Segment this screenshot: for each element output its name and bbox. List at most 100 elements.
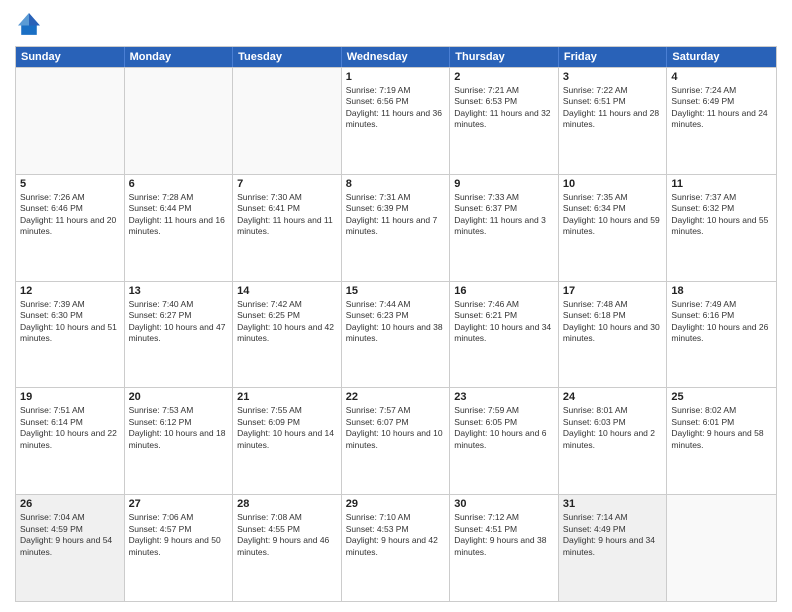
day-cell-28: 28 Sunrise: 7:08 AM Sunset: 4:55 PM Dayli…	[233, 495, 342, 601]
logo	[15, 10, 47, 38]
day-info: Sunrise: 7:24 AM Sunset: 6:49 PM Dayligh…	[671, 85, 772, 131]
empty-cell-0-0	[16, 68, 125, 174]
calendar-row-0: 1Sunrise: 7:19 AM Sunset: 6:56 PM Daylig…	[16, 67, 776, 174]
header-day-thursday: Thursday	[450, 47, 559, 67]
day-number: 1	[346, 71, 446, 83]
day-info: Sunrise: 7:57 AM Sunset: 6:07 PM Dayligh…	[346, 405, 446, 451]
day-number: 28	[237, 498, 337, 510]
day-number: 5	[20, 178, 120, 190]
day-number: 19	[20, 391, 120, 403]
day-number: 22	[346, 391, 446, 403]
day-cell-7: 7 Sunrise: 7:30 AM Sunset: 6:41 PM Daylig…	[233, 175, 342, 281]
page: SundayMondayTuesdayWednesdayThursdayFrid…	[0, 0, 792, 612]
day-info: Sunrise: 7:04 AM Sunset: 4:59 PM Dayligh…	[20, 512, 120, 558]
header-day-wednesday: Wednesday	[342, 47, 451, 67]
day-number: 13	[129, 285, 229, 297]
day-number: 23	[454, 391, 554, 403]
day-cell-4: 4 Sunrise: 7:24 AM Sunset: 6:49 PM Daylig…	[667, 68, 776, 174]
day-cell-27: 27 Sunrise: 7:06 AM Sunset: 4:57 PM Dayli…	[125, 495, 234, 601]
day-cell-21: 21 Sunrise: 7:55 AM Sunset: 6:09 PM Dayli…	[233, 388, 342, 494]
day-info: Sunrise: 7:51 AM Sunset: 6:14 PM Dayligh…	[20, 405, 120, 451]
day-info: Sunrise: 7:10 AM Sunset: 4:53 PM Dayligh…	[346, 512, 446, 558]
day-number: 20	[129, 391, 229, 403]
day-cell-12: 12 Sunrise: 7:39 AM Sunset: 6:30 PM Dayli…	[16, 282, 125, 388]
day-number: 29	[346, 498, 446, 510]
day-number: 7	[237, 178, 337, 190]
day-info: Sunrise: 7:59 AM Sunset: 6:05 PM Dayligh…	[454, 405, 554, 451]
calendar-body: 1Sunrise: 7:19 AM Sunset: 6:56 PM Daylig…	[16, 67, 776, 601]
day-cell-19: 19 Sunrise: 7:51 AM Sunset: 6:14 PM Dayli…	[16, 388, 125, 494]
day-info: Sunrise: 7:06 AM Sunset: 4:57 PM Dayligh…	[129, 512, 229, 558]
day-cell-2: 2 Sunrise: 7:21 AM Sunset: 6:53 PM Daylig…	[450, 68, 559, 174]
day-info: Sunrise: 7:30 AM Sunset: 6:41 PM Dayligh…	[237, 192, 337, 238]
day-cell-17: 17Sunrise: 7:48 AM Sunset: 6:18 PM Dayli…	[559, 282, 668, 388]
day-number: 12	[20, 285, 120, 297]
day-info: Sunrise: 7:37 AM Sunset: 6:32 PM Dayligh…	[671, 192, 772, 238]
day-cell-1: 1Sunrise: 7:19 AM Sunset: 6:56 PM Daylig…	[342, 68, 451, 174]
day-info: Sunrise: 7:53 AM Sunset: 6:12 PM Dayligh…	[129, 405, 229, 451]
day-number: 2	[454, 71, 554, 83]
header-day-monday: Monday	[125, 47, 234, 67]
day-number: 27	[129, 498, 229, 510]
empty-cell-4-6	[667, 495, 776, 601]
day-info: Sunrise: 7:49 AM Sunset: 6:16 PM Dayligh…	[671, 299, 772, 345]
day-cell-14: 14 Sunrise: 7:42 AM Sunset: 6:25 PM Dayli…	[233, 282, 342, 388]
calendar-row-4: 26 Sunrise: 7:04 AM Sunset: 4:59 PM Dayli…	[16, 494, 776, 601]
day-number: 25	[671, 391, 772, 403]
day-cell-23: 23 Sunrise: 7:59 AM Sunset: 6:05 PM Dayli…	[450, 388, 559, 494]
day-info: Sunrise: 7:14 AM Sunset: 4:49 PM Dayligh…	[563, 512, 663, 558]
day-info: Sunrise: 7:26 AM Sunset: 6:46 PM Dayligh…	[20, 192, 120, 238]
day-number: 26	[20, 498, 120, 510]
empty-cell-0-2	[233, 68, 342, 174]
day-number: 3	[563, 71, 663, 83]
day-cell-29: 29 Sunrise: 7:10 AM Sunset: 4:53 PM Dayli…	[342, 495, 451, 601]
day-info: Sunrise: 7:33 AM Sunset: 6:37 PM Dayligh…	[454, 192, 554, 238]
day-info: Sunrise: 7:22 AM Sunset: 6:51 PM Dayligh…	[563, 85, 663, 131]
day-info: Sunrise: 7:48 AM Sunset: 6:18 PM Dayligh…	[563, 299, 663, 345]
day-cell-6: 6 Sunrise: 7:28 AM Sunset: 6:44 PM Daylig…	[125, 175, 234, 281]
calendar-header: SundayMondayTuesdayWednesdayThursdayFrid…	[16, 47, 776, 67]
calendar-row-1: 5 Sunrise: 7:26 AM Sunset: 6:46 PM Daylig…	[16, 174, 776, 281]
day-cell-30: 30 Sunrise: 7:12 AM Sunset: 4:51 PM Dayli…	[450, 495, 559, 601]
day-cell-25: 25Sunrise: 8:02 AM Sunset: 6:01 PM Dayli…	[667, 388, 776, 494]
day-number: 14	[237, 285, 337, 297]
day-number: 21	[237, 391, 337, 403]
empty-cell-0-1	[125, 68, 234, 174]
day-number: 24	[563, 391, 663, 403]
day-cell-15: 15Sunrise: 7:44 AM Sunset: 6:23 PM Dayli…	[342, 282, 451, 388]
logo-icon	[15, 10, 43, 38]
header	[15, 10, 777, 38]
day-info: Sunrise: 7:12 AM Sunset: 4:51 PM Dayligh…	[454, 512, 554, 558]
day-cell-24: 24Sunrise: 8:01 AM Sunset: 6:03 PM Dayli…	[559, 388, 668, 494]
day-cell-31: 31 Sunrise: 7:14 AM Sunset: 4:49 PM Dayli…	[559, 495, 668, 601]
day-number: 31	[563, 498, 663, 510]
calendar-row-3: 19 Sunrise: 7:51 AM Sunset: 6:14 PM Dayli…	[16, 387, 776, 494]
day-number: 11	[671, 178, 772, 190]
day-cell-26: 26 Sunrise: 7:04 AM Sunset: 4:59 PM Dayli…	[16, 495, 125, 601]
day-number: 9	[454, 178, 554, 190]
day-info: Sunrise: 7:21 AM Sunset: 6:53 PM Dayligh…	[454, 85, 554, 131]
header-day-saturday: Saturday	[667, 47, 776, 67]
day-cell-18: 18Sunrise: 7:49 AM Sunset: 6:16 PM Dayli…	[667, 282, 776, 388]
day-number: 8	[346, 178, 446, 190]
header-day-tuesday: Tuesday	[233, 47, 342, 67]
day-cell-5: 5 Sunrise: 7:26 AM Sunset: 6:46 PM Daylig…	[16, 175, 125, 281]
day-number: 4	[671, 71, 772, 83]
day-cell-22: 22 Sunrise: 7:57 AM Sunset: 6:07 PM Dayli…	[342, 388, 451, 494]
day-info: Sunrise: 7:55 AM Sunset: 6:09 PM Dayligh…	[237, 405, 337, 451]
day-number: 30	[454, 498, 554, 510]
day-number: 10	[563, 178, 663, 190]
day-info: Sunrise: 7:08 AM Sunset: 4:55 PM Dayligh…	[237, 512, 337, 558]
day-info: Sunrise: 7:42 AM Sunset: 6:25 PM Dayligh…	[237, 299, 337, 345]
day-number: 6	[129, 178, 229, 190]
day-info: Sunrise: 7:39 AM Sunset: 6:30 PM Dayligh…	[20, 299, 120, 345]
day-cell-11: 11 Sunrise: 7:37 AM Sunset: 6:32 PM Dayli…	[667, 175, 776, 281]
header-day-friday: Friday	[559, 47, 668, 67]
day-cell-20: 20 Sunrise: 7:53 AM Sunset: 6:12 PM Dayli…	[125, 388, 234, 494]
day-cell-10: 10Sunrise: 7:35 AM Sunset: 6:34 PM Dayli…	[559, 175, 668, 281]
day-info: Sunrise: 7:28 AM Sunset: 6:44 PM Dayligh…	[129, 192, 229, 238]
day-number: 16	[454, 285, 554, 297]
day-cell-13: 13 Sunrise: 7:40 AM Sunset: 6:27 PM Dayli…	[125, 282, 234, 388]
day-info: Sunrise: 7:40 AM Sunset: 6:27 PM Dayligh…	[129, 299, 229, 345]
day-info: Sunrise: 7:44 AM Sunset: 6:23 PM Dayligh…	[346, 299, 446, 345]
